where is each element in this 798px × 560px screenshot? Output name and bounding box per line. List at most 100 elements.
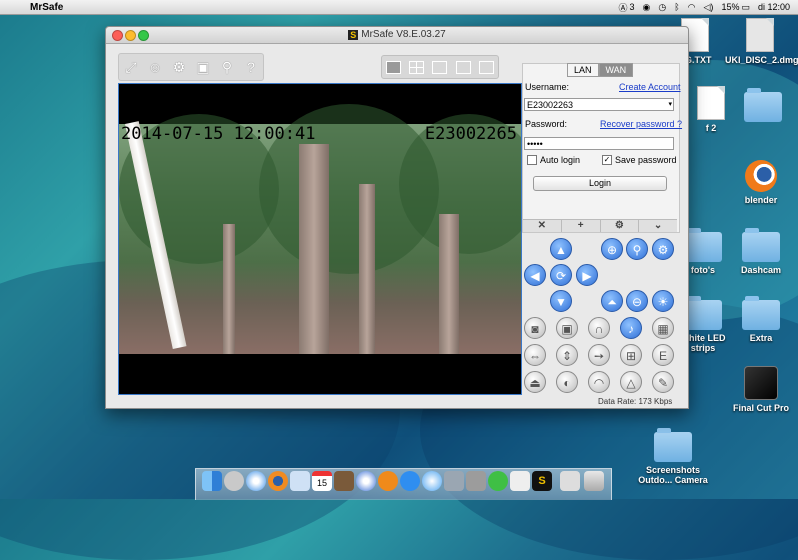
remove-account-icon[interactable]: ✕ <box>523 220 562 232</box>
audio-headphones-icon[interactable]: ∩ <box>588 317 610 339</box>
firefox-icon[interactable] <box>268 471 288 491</box>
layout-nine-icon[interactable] <box>432 61 447 74</box>
record-video-icon[interactable]: ▣ <box>556 317 578 339</box>
osd-camera-id: E23002265 <box>425 124 517 144</box>
users-icon[interactable]: ☺ <box>147 59 163 75</box>
desktop-app-final-cut[interactable]: Final Cut Pro <box>726 366 796 413</box>
camera-settings-icon[interactable]: ⚙ <box>652 238 674 260</box>
tools-wrench-icon[interactable]: ✎ <box>652 371 674 393</box>
alarm-warning-icon[interactable]: △ <box>620 371 642 393</box>
menu-bar: MrSafe Ⓐ3 ◉ ◷ ᛒ ◠ ◁) 15% ▭ di 12:00 <box>0 0 798 15</box>
brightness-icon[interactable]: ☀ <box>652 290 674 312</box>
app-menu-name[interactable]: MrSafe <box>30 2 63 13</box>
login-button[interactable]: Login <box>533 176 667 191</box>
trash-icon[interactable] <box>584 471 604 491</box>
wireless-signal-icon[interactable]: ◠ <box>588 371 610 393</box>
help-icon[interactable]: ? <box>243 59 259 75</box>
search-icon[interactable]: ⚲ <box>219 59 235 75</box>
tab-wan[interactable]: WAN <box>599 63 634 77</box>
osd-timestamp: 2014-07-15 12:00:41 <box>121 124 315 144</box>
photos-icon[interactable] <box>334 471 354 491</box>
final-cut-icon <box>744 366 778 400</box>
preview-icon[interactable] <box>444 471 464 491</box>
network-tabs: LAN WAN <box>567 63 633 77</box>
battery-status[interactable]: 15% ▭ <box>721 2 750 13</box>
music-icon[interactable] <box>560 471 580 491</box>
folder-icon <box>744 92 782 122</box>
safari-icon[interactable] <box>246 471 266 491</box>
focus-up-icon[interactable]: ⏶ <box>601 290 623 312</box>
messages-icon[interactable] <box>488 471 508 491</box>
desktop-folder-extra[interactable]: Extra <box>726 300 796 343</box>
wifi-icon[interactable]: ◠ <box>688 2 696 13</box>
document-icon <box>697 86 725 120</box>
auto-login-checkbox[interactable]: Auto login <box>527 155 580 165</box>
patrol-icon[interactable]: ➙ <box>588 344 610 366</box>
window-titlebar[interactable]: SMrSafe V8.E.03.27 <box>106 27 688 44</box>
appstore-icon[interactable] <box>400 471 420 491</box>
letter-e-icon[interactable]: E <box>652 344 674 366</box>
flip-horizontal-icon[interactable]: ⇔ <box>524 344 546 366</box>
disk-image-icon <box>746 18 774 52</box>
mirror-icon[interactable]: ⏏ <box>524 371 546 393</box>
add-account-icon[interactable]: + <box>562 220 601 232</box>
password-field[interactable]: ••••• <box>524 137 674 150</box>
layout-sixteen-icon[interactable] <box>456 61 471 74</box>
time-machine-icon[interactable]: ◷ <box>658 2 666 13</box>
fullscreen-icon[interactable]: ⤢ <box>123 59 139 75</box>
blender-icon <box>745 160 777 192</box>
camera-video-feed[interactable]: 2014-07-15 12:00:41 E23002265 <box>118 83 522 395</box>
tree-trunk <box>223 224 235 354</box>
snapshot-camera-icon[interactable]: ◙ <box>524 317 546 339</box>
layout-single-icon[interactable] <box>386 61 401 74</box>
create-account-link[interactable]: Create Account <box>619 82 681 92</box>
bluetooth-icon[interactable]: ᛒ <box>674 2 679 12</box>
pan-down-icon[interactable]: ▼ <box>550 290 572 312</box>
eye-icon[interactable]: ◉ <box>643 2 651 13</box>
clock[interactable]: di 12:00 <box>758 2 790 12</box>
layout-quad-icon[interactable] <box>409 61 424 74</box>
volume-icon[interactable]: ◁) <box>704 2 714 13</box>
network-icon[interactable] <box>356 471 376 491</box>
calendar-dock-icon[interactable]: 15 <box>312 471 332 491</box>
pan-up-icon[interactable]: ▲ <box>550 238 572 260</box>
finder-icon[interactable] <box>202 471 222 491</box>
adobe-icon[interactable]: Ⓐ3 <box>619 1 635 14</box>
mail-icon[interactable] <box>290 471 310 491</box>
account-expand-icon[interactable]: ⌄ <box>639 220 677 232</box>
chevron-down-icon[interactable]: ▾ <box>668 99 672 111</box>
lock-icon[interactable]: ▣ <box>195 59 211 75</box>
account-settings-icon[interactable]: ⚙ <box>601 220 640 232</box>
zoom-in-focus-icon[interactable]: ⊕ <box>601 238 623 260</box>
desktop-file-dmg[interactable]: UKI_DISC_2.dmg <box>725 18 795 65</box>
pan-right-icon[interactable]: ▶ <box>576 264 598 286</box>
preset-icon[interactable]: ⊞ <box>620 344 642 366</box>
layout-custom-icon[interactable] <box>479 61 494 74</box>
save-password-checkbox[interactable]: ✓Save password <box>602 155 677 165</box>
facetime-icon[interactable] <box>466 471 486 491</box>
flip-vertical-icon[interactable]: ⇕ <box>556 344 578 366</box>
desktop-folder-top[interactable] <box>728 92 798 125</box>
desktop-folder-screenshots[interactable]: Screenshots Outdo... Camera <box>633 432 713 485</box>
folder-icon <box>684 300 722 330</box>
tab-lan[interactable]: LAN <box>567 63 599 77</box>
zoom-in-icon[interactable]: ⚲ <box>626 238 648 260</box>
contrast-icon[interactable]: ◐ <box>556 371 578 393</box>
script-editor-icon[interactable] <box>510 471 530 491</box>
checkbox-box <box>527 155 537 165</box>
mrsafe-dock-icon[interactable]: S <box>532 471 552 491</box>
settings-gear-icon[interactable]: ⚙ <box>171 59 187 75</box>
desktop-app-blender[interactable]: blender <box>726 160 796 205</box>
launchpad-icon[interactable] <box>224 471 244 491</box>
microphone-icon[interactable]: ♪ <box>620 317 642 339</box>
vlc-icon[interactable] <box>378 471 398 491</box>
itunes-icon[interactable] <box>422 471 442 491</box>
recover-password-link[interactable]: Recover password ? <box>600 119 682 129</box>
checkmark-icon: ✓ <box>602 155 612 165</box>
rotate-icon[interactable]: ⟳ <box>550 264 572 286</box>
pan-left-icon[interactable]: ◀ <box>524 264 546 286</box>
calendar-icon[interactable]: ▦ <box>652 317 674 339</box>
desktop-folder-dashcam[interactable]: Dashcam <box>726 232 796 275</box>
zoom-out-icon[interactable]: ⊖ <box>626 290 648 312</box>
username-field[interactable]: E23002263▾ <box>524 98 674 111</box>
